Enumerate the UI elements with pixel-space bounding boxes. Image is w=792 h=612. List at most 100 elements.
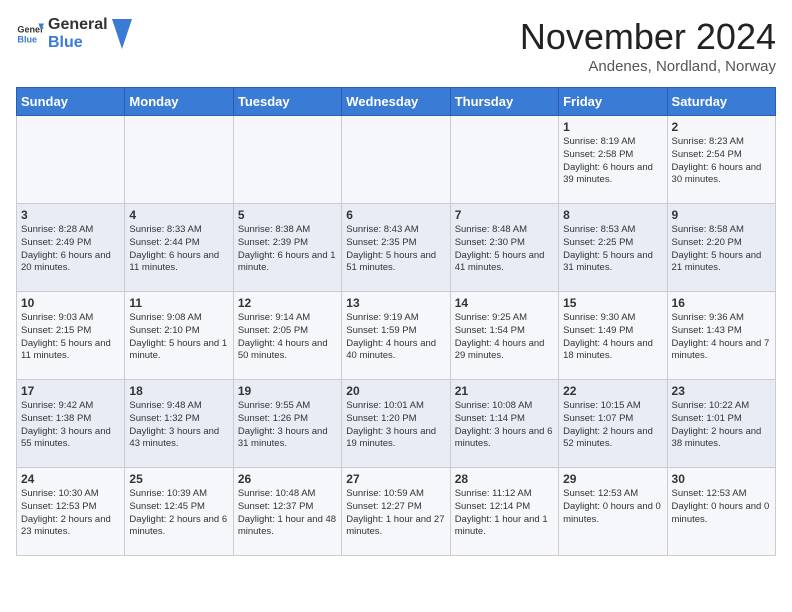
calendar-cell: 24Sunrise: 10:30 AM Sunset: 12:53 PM Day… — [17, 468, 125, 556]
header-wednesday: Wednesday — [342, 88, 450, 116]
logo-blue: Blue — [48, 34, 108, 52]
day-number: 21 — [455, 384, 554, 398]
calendar-cell: 20 Sunrise: 10:01 AM Sunset: 1:20 PM Dayl… — [342, 380, 450, 468]
day-number: 29 — [563, 472, 662, 486]
calendar-cell: 4 Sunrise: 8:33 AM Sunset: 2:44 PM Daylig… — [125, 204, 233, 292]
day-number: 6 — [346, 208, 445, 222]
calendar-week-5: 24Sunrise: 10:30 AM Sunset: 12:53 PM Day… — [17, 468, 776, 556]
day-info: Sunrise: 8:19 AM Sunset: 2:58 PM Dayligh… — [563, 136, 662, 187]
header-tuesday: Tuesday — [233, 88, 341, 116]
calendar-cell: 11 Sunrise: 9:08 AM Sunset: 2:10 PM Dayli… — [125, 292, 233, 380]
header-friday: Friday — [559, 88, 667, 116]
day-number: 25 — [129, 472, 228, 486]
day-info: Sunrise: 8:48 AM Sunset: 2:30 PM Dayligh… — [455, 224, 554, 275]
header-saturday: Saturday — [667, 88, 775, 116]
day-number: 20 — [346, 384, 445, 398]
day-info: Sunrise: 10:15 AM Sunset: 1:07 PM Daylig… — [563, 400, 662, 451]
day-number: 10 — [21, 296, 120, 310]
calendar-cell — [125, 116, 233, 204]
day-number: 19 — [238, 384, 337, 398]
day-number: 17 — [21, 384, 120, 398]
calendar-cell: 30 Sunset: 12:53 AM Daylight: 0 hours and… — [667, 468, 775, 556]
day-number: 15 — [563, 296, 662, 310]
calendar-table: SundayMondayTuesdayWednesdayThursdayFrid… — [16, 87, 776, 556]
calendar-cell: 28Sunrise: 11:12 AM Sunset: 12:14 PM Day… — [450, 468, 558, 556]
calendar-cell: 15 Sunrise: 9:30 AM Sunset: 1:49 PM Dayli… — [559, 292, 667, 380]
day-info: Sunrise: 8:33 AM Sunset: 2:44 PM Dayligh… — [129, 224, 228, 275]
calendar-cell: 18Sunrise: 9:48 AM Sunset: 1:32 PM Dayli… — [125, 380, 233, 468]
header-thursday: Thursday — [450, 88, 558, 116]
calendar-cell: 2 Sunrise: 8:23 AM Sunset: 2:54 PM Daylig… — [667, 116, 775, 204]
day-number: 11 — [129, 296, 228, 310]
calendar-cell: 17 Sunrise: 9:42 AM Sunset: 1:38 PM Dayli… — [17, 380, 125, 468]
calendar-cell: 8Sunrise: 8:53 AM Sunset: 2:25 PM Daylig… — [559, 204, 667, 292]
calendar-cell — [342, 116, 450, 204]
day-info: Sunset: 12:53 AM Daylight: 0 hours and 0… — [563, 488, 662, 526]
day-info: Sunrise: 9:48 AM Sunset: 1:32 PM Dayligh… — [129, 400, 228, 451]
day-info: Sunrise: 8:23 AM Sunset: 2:54 PM Dayligh… — [672, 136, 771, 187]
day-info: Sunset: 12:53 AM Daylight: 0 hours and 0… — [672, 488, 771, 526]
calendar-week-1: 1 Sunrise: 8:19 AM Sunset: 2:58 PM Daylig… — [17, 116, 776, 204]
calendar-cell: 19 Sunrise: 9:55 AM Sunset: 1:26 PM Dayli… — [233, 380, 341, 468]
day-number: 2 — [672, 120, 771, 134]
calendar-title: November 2024 — [520, 16, 776, 58]
calendar-week-2: 3 Sunrise: 8:28 AM Sunset: 2:49 PM Daylig… — [17, 204, 776, 292]
day-number: 14 — [455, 296, 554, 310]
calendar-cell: 6 Sunrise: 8:43 AM Sunset: 2:35 PM Daylig… — [342, 204, 450, 292]
calendar-cell — [233, 116, 341, 204]
day-number: 7 — [455, 208, 554, 222]
day-info: Sunrise: 9:30 AM Sunset: 1:49 PM Dayligh… — [563, 312, 662, 363]
logo-triangle-icon — [112, 19, 132, 49]
calendar-cell: 16 Sunrise: 9:36 AM Sunset: 1:43 PM Dayli… — [667, 292, 775, 380]
calendar-cell — [17, 116, 125, 204]
day-info: Sunrise: 8:53 AM Sunset: 2:25 PM Dayligh… — [563, 224, 662, 275]
calendar-cell: 5 Sunrise: 8:38 AM Sunset: 2:39 PM Daylig… — [233, 204, 341, 292]
day-info: Sunrise: 9:14 AM Sunset: 2:05 PM Dayligh… — [238, 312, 337, 363]
day-number: 24 — [21, 472, 120, 486]
day-info: Sunrise: 10:22 AM Sunset: 1:01 PM Daylig… — [672, 400, 771, 451]
day-info: Sunrise: 8:58 AM Sunset: 2:20 PM Dayligh… — [672, 224, 771, 275]
day-number: 1 — [563, 120, 662, 134]
calendar-cell: 3 Sunrise: 8:28 AM Sunset: 2:49 PM Daylig… — [17, 204, 125, 292]
calendar-cell: 9Sunrise: 8:58 AM Sunset: 2:20 PM Daylig… — [667, 204, 775, 292]
day-info: Sunrise: 8:43 AM Sunset: 2:35 PM Dayligh… — [346, 224, 445, 275]
day-info: Sunrise: 10:01 AM Sunset: 1:20 PM Daylig… — [346, 400, 445, 451]
day-info: Sunrise: 8:38 AM Sunset: 2:39 PM Dayligh… — [238, 224, 337, 275]
svg-text:Blue: Blue — [17, 34, 37, 44]
calendar-cell — [450, 116, 558, 204]
day-number: 16 — [672, 296, 771, 310]
day-number: 30 — [672, 472, 771, 486]
calendar-week-4: 17 Sunrise: 9:42 AM Sunset: 1:38 PM Dayli… — [17, 380, 776, 468]
day-info: Sunrise: 9:25 AM Sunset: 1:54 PM Dayligh… — [455, 312, 554, 363]
calendar-cell: 10 Sunrise: 9:03 AM Sunset: 2:15 PM Dayli… — [17, 292, 125, 380]
header-sunday: Sunday — [17, 88, 125, 116]
day-info: Sunrise: 9:55 AM Sunset: 1:26 PM Dayligh… — [238, 400, 337, 451]
day-info: Sunrise: 10:08 AM Sunset: 1:14 PM Daylig… — [455, 400, 554, 451]
day-info: Sunrise: 9:36 AM Sunset: 1:43 PM Dayligh… — [672, 312, 771, 363]
calendar-cell: 21 Sunrise: 10:08 AM Sunset: 1:14 PM Dayl… — [450, 380, 558, 468]
calendar-cell: 22Sunrise: 10:15 AM Sunset: 1:07 PM Dayl… — [559, 380, 667, 468]
calendar-cell: 23Sunrise: 10:22 AM Sunset: 1:01 PM Dayl… — [667, 380, 775, 468]
day-info: Sunrise: 9:42 AM Sunset: 1:38 PM Dayligh… — [21, 400, 120, 451]
day-number: 3 — [21, 208, 120, 222]
day-number: 12 — [238, 296, 337, 310]
calendar-cell: 12 Sunrise: 9:14 AM Sunset: 2:05 PM Dayli… — [233, 292, 341, 380]
title-area: November 2024 Andenes, Nordland, Norway — [520, 16, 776, 75]
day-info: Sunrise: 10:39 AM Sunset: 12:45 PM Dayli… — [129, 488, 228, 539]
day-number: 13 — [346, 296, 445, 310]
day-info: Sunrise: 9:03 AM Sunset: 2:15 PM Dayligh… — [21, 312, 120, 363]
calendar-cell: 29 Sunset: 12:53 AM Daylight: 0 hours and… — [559, 468, 667, 556]
calendar-cell: 27Sunrise: 10:59 AM Sunset: 12:27 PM Day… — [342, 468, 450, 556]
calendar-cell: 26 Sunrise: 10:48 AM Sunset: 12:37 PM Day… — [233, 468, 341, 556]
day-number: 26 — [238, 472, 337, 486]
day-number: 5 — [238, 208, 337, 222]
logo-general: General — [48, 16, 108, 34]
calendar-cell: 1 Sunrise: 8:19 AM Sunset: 2:58 PM Daylig… — [559, 116, 667, 204]
calendar-subtitle: Andenes, Nordland, Norway — [520, 58, 776, 75]
day-info: Sunrise: 8:28 AM Sunset: 2:49 PM Dayligh… — [21, 224, 120, 275]
header-monday: Monday — [125, 88, 233, 116]
day-number: 4 — [129, 208, 228, 222]
day-info: Sunrise: 10:59 AM Sunset: 12:27 PM Dayli… — [346, 488, 445, 539]
day-info: Sunrise: 10:48 AM Sunset: 12:37 PM Dayli… — [238, 488, 337, 539]
day-info: Sunrise: 9:08 AM Sunset: 2:10 PM Dayligh… — [129, 312, 228, 363]
